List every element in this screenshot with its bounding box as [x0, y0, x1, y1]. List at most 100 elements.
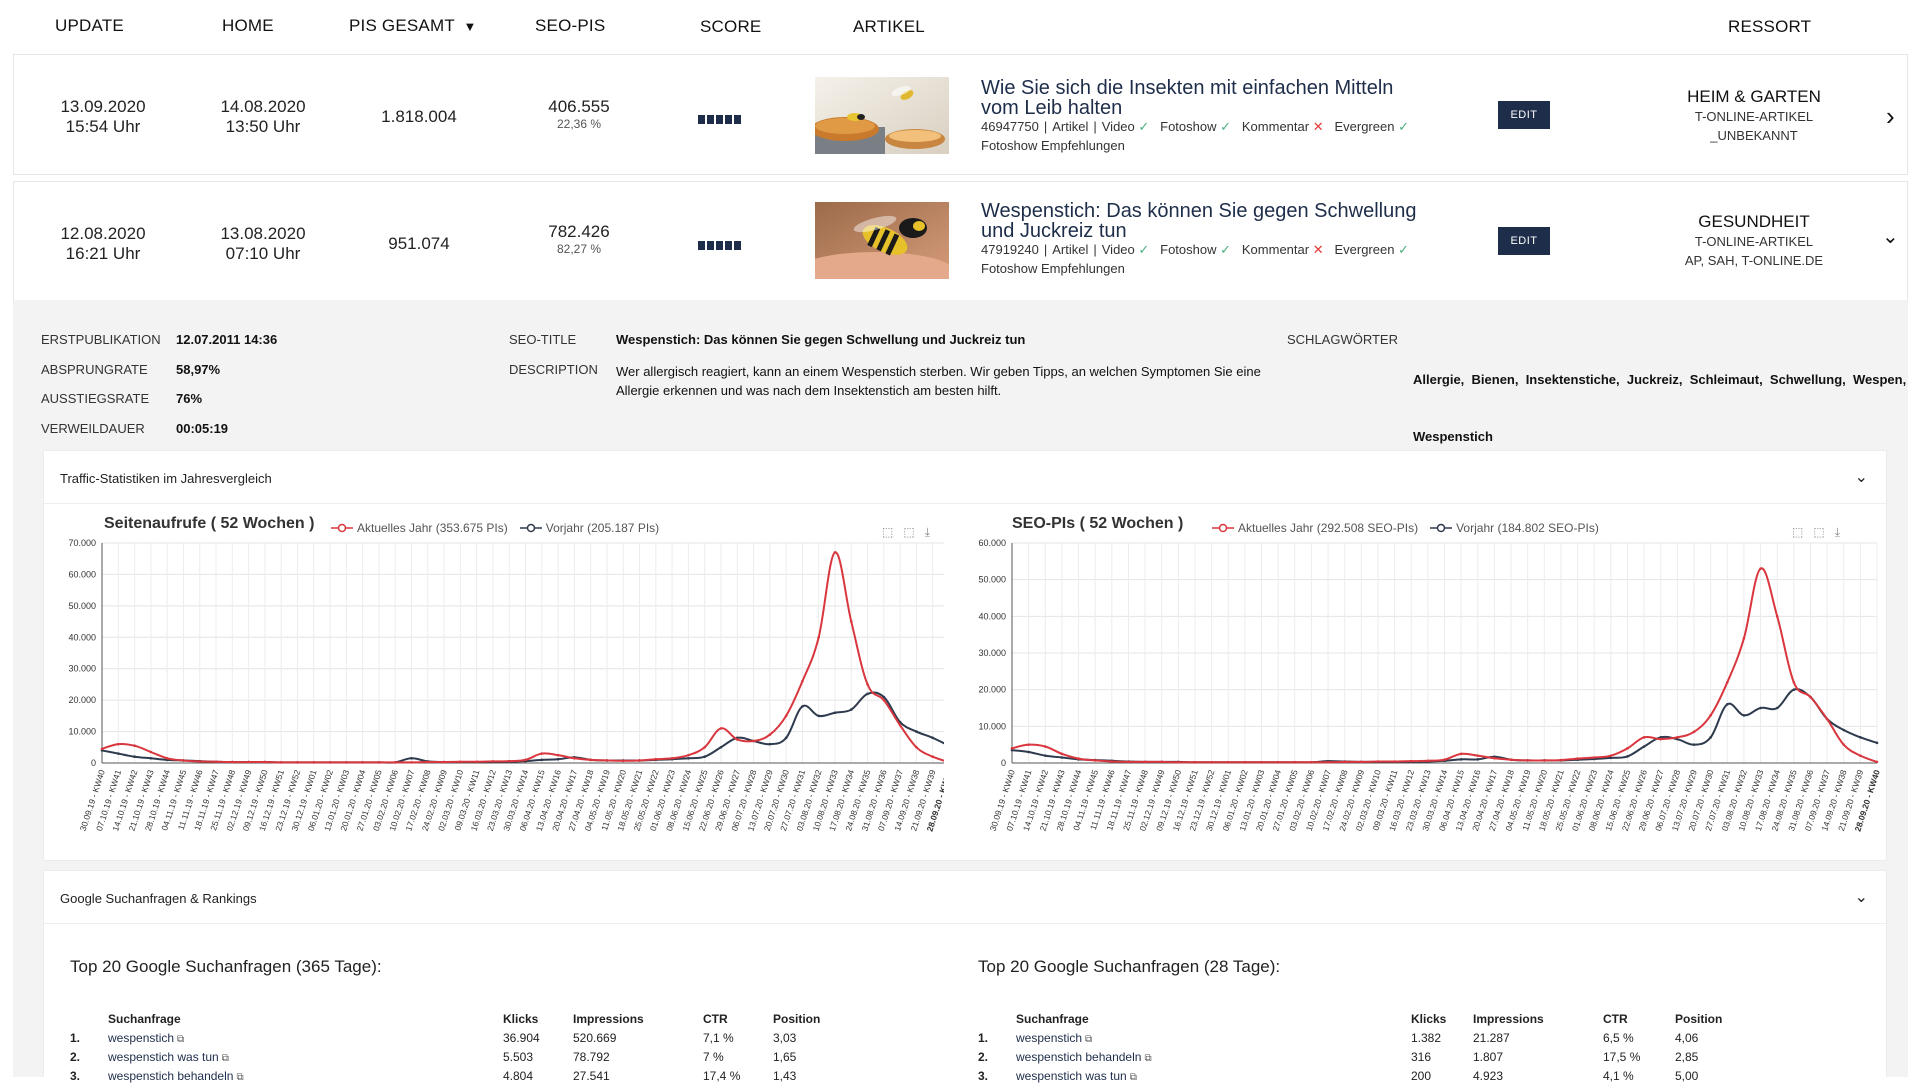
data-point	[931, 755, 935, 759]
data-point	[1725, 681, 1729, 684]
data-point	[410, 756, 413, 760]
col-artikel[interactable]: ARTIKEL	[853, 17, 925, 37]
query-cell[interactable]: wespenstich was tun ⧉	[1016, 1066, 1411, 1085]
edit-button[interactable]: EDIT	[1498, 227, 1550, 255]
home-date: 13.08.2020	[220, 224, 306, 243]
ctr: 7 %	[703, 1049, 724, 1064]
chevron-down-icon[interactable]: ⌄	[1855, 467, 1868, 487]
data-point	[361, 761, 364, 764]
data-point	[214, 760, 218, 764]
data-point	[426, 760, 430, 764]
query-cell[interactable]: wespenstich ⧉	[108, 1028, 503, 1047]
col-ressort[interactable]: RESSORT	[1728, 17, 1811, 37]
data-point	[1160, 760, 1164, 764]
ressort-source: T-ONLINE-ARTIKEL	[1694, 234, 1814, 249]
external-link-icon[interactable]: ⧉	[1085, 1034, 1092, 1045]
article-row[interactable]: 13.09.2020 15:54 Uhr 14.08.2020 13:50 Uh…	[13, 54, 1908, 175]
chevron-down-icon[interactable]: ⌄	[1855, 887, 1868, 907]
data-point	[1859, 754, 1862, 757]
ressort-author: AP, SAH, T-ONLINE.DE	[1684, 253, 1824, 268]
query-link[interactable]: wespenstich was tun	[108, 1050, 219, 1064]
query-link[interactable]: wespenstich	[1016, 1031, 1082, 1045]
data-point	[1060, 752, 1064, 756]
table-row: 3. wespenstich was tun ⧉ 200 4.923 4,1 % …	[978, 1066, 1768, 1085]
article-id: 46947750	[981, 119, 1039, 134]
separator: |	[1093, 119, 1097, 134]
article-row[interactable]: 12.08.2020 16:21 Uhr 13.08.2020 07:10 Uh…	[13, 181, 1908, 300]
external-link-icon[interactable]: ⧉	[1130, 1072, 1137, 1083]
data-point	[1659, 737, 1663, 741]
ctr: 6,5 %	[1603, 1030, 1634, 1045]
seo-pis-percent: 82,27 %	[556, 242, 602, 256]
data-point	[1559, 758, 1563, 762]
col-score[interactable]: SCORE	[700, 17, 761, 37]
data-point	[1742, 714, 1746, 717]
article-title[interactable]: Wie Sie sich die Insekten mit einfachen …	[981, 78, 1393, 118]
rank: 1.	[70, 1030, 81, 1045]
verweildauer-value: 00:05:19	[176, 421, 229, 436]
data-point	[1443, 758, 1446, 761]
col-seo-pis[interactable]: SEO-PIS	[535, 16, 605, 36]
col-impressions: Impressions	[1473, 1011, 1544, 1026]
data-point	[1393, 760, 1396, 763]
data-point	[703, 755, 706, 759]
data-point	[1759, 567, 1762, 570]
article-title-line: Wespenstich: Das können Sie gegen Schwel…	[981, 200, 1417, 222]
external-link-icon[interactable]: ⧉	[236, 1072, 243, 1083]
klicks: 1.382	[1411, 1030, 1442, 1045]
article-meta: 46947750 | Artikel | Video ✓ Fotoshow ✓ Komm…	[981, 119, 1409, 135]
ctr: 7,1 %	[703, 1030, 734, 1045]
check-icon: ✓	[1220, 242, 1232, 257]
article-thumbnail[interactable]	[815, 77, 949, 154]
query-link[interactable]: wespenstich was tun	[1016, 1069, 1127, 1083]
col-update[interactable]: UPDATE	[55, 16, 124, 36]
col-pis-gesamt[interactable]: PIS GESAMT ▼	[349, 16, 477, 36]
external-link-icon[interactable]: ⧉	[177, 1034, 184, 1045]
data-point	[1326, 760, 1330, 764]
data-point	[1077, 757, 1080, 760]
query-link[interactable]: wespenstich	[108, 1031, 174, 1045]
query-link[interactable]: wespenstich behandeln	[1016, 1050, 1141, 1064]
data-point	[1875, 760, 1879, 764]
update-date: 13.09.2020	[60, 97, 146, 116]
update-cell: 13.09.2020 15:54 Uhr	[48, 97, 158, 137]
chevron-right-icon[interactable]: ›	[1886, 101, 1895, 132]
data-point	[605, 759, 609, 762]
score-block	[725, 115, 732, 124]
data-point	[1127, 760, 1130, 764]
data-point	[670, 756, 674, 760]
data-point	[459, 760, 462, 764]
query-link[interactable]: wespenstich behandeln	[108, 1069, 233, 1083]
y-tick-label: 50.000	[978, 575, 1006, 585]
fotoshow-flag: Fotoshow	[1160, 242, 1217, 257]
data-point	[1276, 760, 1280, 764]
external-link-icon[interactable]: ⧉	[1144, 1053, 1151, 1064]
external-link-icon[interactable]: ⧉	[222, 1053, 229, 1064]
col-klicks: Klicks	[1411, 1011, 1447, 1026]
rank: 3.	[978, 1068, 989, 1083]
query-cell[interactable]: wespenstich behandeln ⧉	[1016, 1047, 1411, 1066]
data-point	[1193, 760, 1197, 764]
klicks: 200	[1411, 1068, 1432, 1083]
data-point	[1725, 703, 1729, 706]
data-point	[1060, 756, 1064, 759]
query-cell[interactable]: wespenstich behandeln ⧉	[108, 1066, 503, 1085]
edit-button[interactable]: EDIT	[1498, 101, 1550, 129]
chevron-down-icon[interactable]: ⌄	[1882, 224, 1899, 249]
data-point	[784, 714, 788, 718]
article-type: Artikel	[1052, 119, 1089, 134]
data-point	[1293, 760, 1297, 764]
absprungrate-label: ABSPRUNGRATE	[41, 362, 148, 377]
data-point	[735, 738, 739, 741]
google-panel: Google Suchanfragen & Rankings ⌄ Top 20 …	[43, 870, 1888, 1083]
table-row: 2. wespenstich was tun ⧉ 5.503 78.792 7 %…	[70, 1047, 860, 1066]
data-point	[377, 761, 381, 764]
data-point	[1476, 758, 1480, 761]
col-home[interactable]: HOME	[222, 16, 274, 36]
article-thumbnail[interactable]	[815, 202, 949, 279]
update-time: 16:21 Uhr	[65, 244, 141, 263]
data-point	[1775, 706, 1779, 710]
article-title[interactable]: Wespenstich: Das können Sie gegen Schwel…	[981, 201, 1416, 241]
query-cell[interactable]: wespenstich was tun ⧉	[108, 1047, 503, 1066]
query-cell[interactable]: wespenstich ⧉	[1016, 1028, 1411, 1047]
